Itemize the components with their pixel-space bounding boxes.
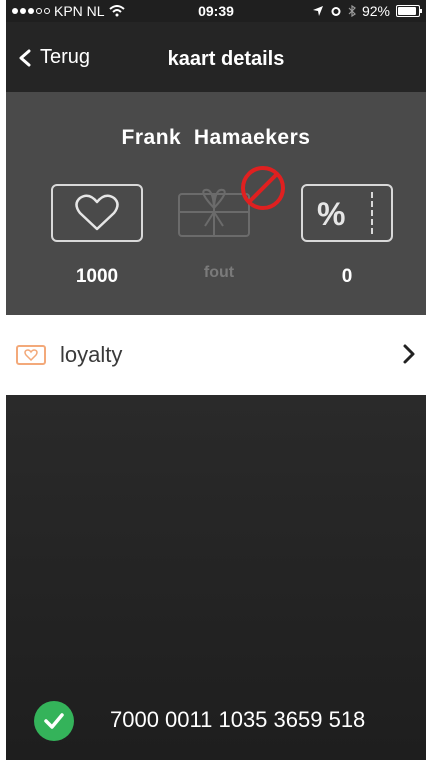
loyalty-points-value: 1000 xyxy=(75,266,119,287)
status-right: 92% xyxy=(312,3,422,19)
navigation-bar: Terug kaart details xyxy=(6,22,426,92)
card-number: 7000 0011 1035 3659 518 xyxy=(110,707,366,732)
loyalty-label: loyalty xyxy=(60,342,123,367)
alarm-icon xyxy=(331,7,341,16)
card-holder-name: Frank Hamaekers xyxy=(121,126,311,149)
page-title: kaart details xyxy=(6,48,426,71)
heart-icon xyxy=(75,194,119,231)
loyalty-list-item[interactable]: loyalty xyxy=(6,315,426,395)
chevron-right-icon xyxy=(403,344,415,364)
heart-badge-icon xyxy=(16,345,46,365)
battery-percentage: 92% xyxy=(361,3,390,19)
stat-gift-card: fout xyxy=(169,166,285,294)
heart-box xyxy=(51,184,143,242)
card-stats: 1000 fout % 0 xyxy=(6,166,426,294)
forbidden-icon xyxy=(241,166,285,210)
page-title-text: kaart details xyxy=(167,48,285,70)
percent-box: % xyxy=(301,184,393,242)
discount-value: 0 xyxy=(341,266,353,287)
perforation-line xyxy=(371,192,373,234)
status-bar: KPN NL 09:39 92% xyxy=(6,0,426,22)
card-number-row: 7000 0011 1035 3659 518 xyxy=(6,695,426,745)
gift-card-value: fout xyxy=(203,264,235,281)
phone-screen: KPN NL 09:39 92% Terug kaart details Fra… xyxy=(6,0,426,760)
bluetooth-icon xyxy=(348,5,356,17)
card-summary: Frank Hamaekers 1000 fout % 0 xyxy=(6,92,426,315)
stat-discount: % 0 xyxy=(297,184,397,294)
stat-loyalty-points: 1000 xyxy=(47,184,147,294)
location-icon xyxy=(312,6,323,16)
percent-icon: % xyxy=(317,196,346,232)
check-icon xyxy=(34,701,74,741)
battery-icon xyxy=(396,5,422,17)
